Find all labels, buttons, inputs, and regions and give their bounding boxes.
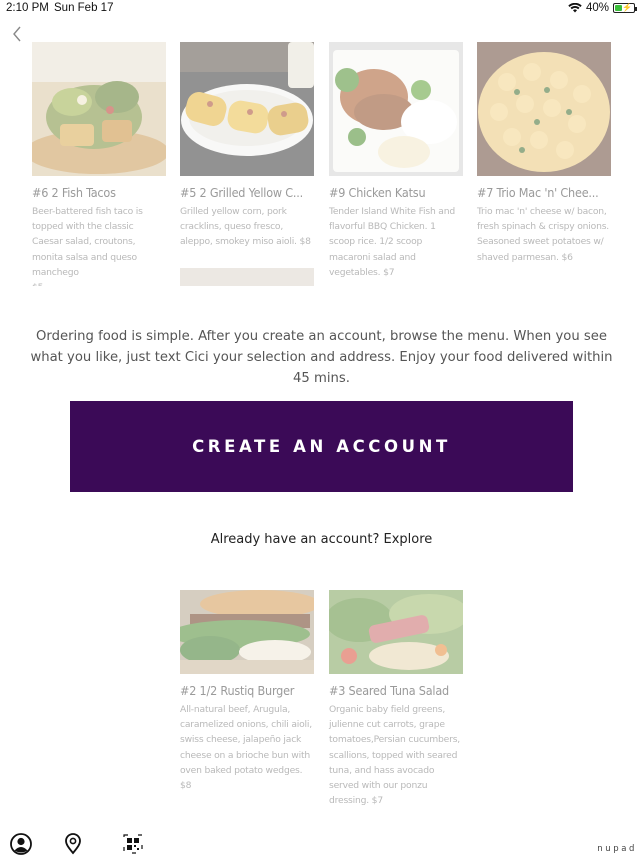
card-description: All-natural beef, Arugula, caramelized o… bbox=[180, 704, 312, 792]
card-title: #2 1/2 Rustiq Burger bbox=[180, 683, 295, 698]
card-description: Tender Island White Fish and flavorful B… bbox=[329, 206, 455, 278]
status-time: 2:10 PM bbox=[6, 2, 49, 14]
profile-icon[interactable] bbox=[10, 833, 32, 855]
menu-card-rustiq-burger[interactable]: #2 1/2 Rustiq Burger All-natural beef, A… bbox=[180, 590, 314, 793]
fish-tacos-image bbox=[32, 42, 166, 176]
card-title: #7 Trio Mac 'n' Chee... bbox=[477, 185, 599, 200]
status-date: Sun Feb 17 bbox=[54, 2, 114, 14]
intro-text: Ordering food is simple. After you creat… bbox=[30, 329, 613, 386]
card-price: $5 bbox=[32, 280, 166, 286]
charging-bolt-icon: ⚡ bbox=[622, 3, 632, 12]
create-account-button[interactable]: CREATE AN ACCOUNT bbox=[70, 401, 573, 492]
card-description: Trio mac 'n' cheese w/ bacon, fresh spin… bbox=[477, 206, 610, 263]
card-description: Beer-battered fish taco is topped with t… bbox=[32, 206, 143, 278]
card-description: Organic baby field greens, julienne cut … bbox=[329, 704, 461, 807]
brand-wordmark: nupad bbox=[597, 844, 637, 854]
qr-code-icon[interactable] bbox=[122, 833, 144, 855]
mac-n-cheese-image bbox=[477, 42, 611, 176]
menu-row-top: #6 2 Fish Tacos Beer-battered fish taco … bbox=[0, 40, 643, 286]
location-pin-icon[interactable] bbox=[62, 833, 84, 855]
battery-tip bbox=[635, 7, 637, 11]
battery-icon: ⚡ bbox=[613, 3, 637, 13]
status-right: 40% ⚡ bbox=[568, 2, 637, 14]
menu-card-fish-tacos[interactable]: #6 2 Fish Tacos Beer-battered fish taco … bbox=[32, 42, 166, 286]
wifi-icon bbox=[568, 3, 582, 13]
next-card-image-peek bbox=[180, 268, 314, 286]
menu-card-seared-tuna-salad[interactable]: #3 Seared Tuna Salad Organic baby field … bbox=[329, 590, 463, 808]
card-title: #9 Chicken Katsu bbox=[329, 185, 426, 200]
grilled-corn-image bbox=[180, 42, 314, 176]
card-title: #6 2 Fish Tacos bbox=[32, 185, 116, 200]
bottom-nav: nupad bbox=[0, 826, 643, 858]
card-description: Grilled yellow corn, pork cracklins, que… bbox=[180, 206, 311, 248]
seared-tuna-salad-image bbox=[329, 590, 463, 674]
chicken-katsu-image bbox=[329, 42, 463, 176]
card-title: #3 Seared Tuna Salad bbox=[329, 683, 449, 698]
menu-card-grilled-corn[interactable]: #5 2 Grilled Yellow C... Grilled yellow … bbox=[180, 42, 314, 250]
rustiq-burger-image bbox=[180, 590, 314, 674]
status-bar: 2:10 PM Sun Feb 17 40% ⚡ bbox=[0, 0, 643, 18]
explore-link[interactable]: Already have an account? Explore bbox=[0, 532, 643, 547]
card-title: #5 2 Grilled Yellow C... bbox=[180, 185, 304, 200]
menu-card-mac-n-cheese[interactable]: #7 Trio Mac 'n' Chee... Trio mac 'n' che… bbox=[477, 42, 611, 265]
menu-card-chicken-katsu[interactable]: #9 Chicken Katsu Tender Island White Fis… bbox=[329, 42, 463, 280]
battery-percent: 40% bbox=[585, 2, 609, 14]
